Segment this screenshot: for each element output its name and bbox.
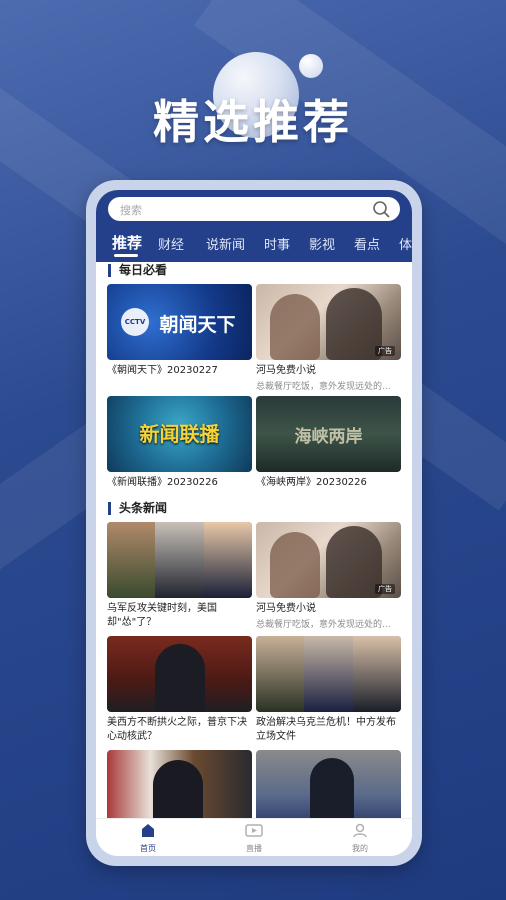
person-right — [326, 526, 382, 598]
news-card[interactable]: 政治解决乌克兰危机！中方发布立场文件 — [256, 636, 401, 746]
section-title-headlines: 头条新闻 — [108, 502, 167, 515]
card-caption: 乌军反攻关键时刻，美国却"怂"了？ — [107, 603, 217, 628]
video-card[interactable]: 海峡两岸 《海峡两岸》20230226 — [256, 396, 401, 494]
card-caption: 《朝闻天下》20230227 — [107, 365, 218, 376]
active-tab-indicator — [114, 254, 138, 257]
news-card[interactable]: 乌军反攻关键时刻，美国却"怂"了？ — [107, 522, 252, 632]
tab-finance[interactable]: 财经 — [158, 234, 184, 253]
thumbnail: 新闻联播 — [107, 396, 252, 472]
thumbnail — [107, 750, 252, 818]
person-left — [270, 532, 320, 598]
hero-small-sphere — [299, 54, 323, 78]
ad-card[interactable]: 广告 河马免费小说 总裁餐厅吃饭，意外发现远处的... — [256, 284, 401, 394]
card-caption: 《新闻联播》20230226 — [107, 477, 218, 488]
video-card[interactable]: CCTV 朝闻天下 《朝闻天下》20230227 — [107, 284, 252, 382]
tabbar-label: 直播 — [246, 844, 262, 853]
news-card[interactable]: 美西方不断拱火之际，普京下决心动核武？ — [107, 636, 252, 746]
tab-talk-news[interactable]: 说新闻 — [206, 234, 245, 253]
thumbnail — [256, 750, 401, 818]
ad-thumbnail: 广告 — [256, 522, 401, 598]
ad-badge: 广告 — [375, 584, 395, 594]
person-left — [270, 294, 320, 360]
ad-badge: 广告 — [375, 346, 395, 356]
photo-panel — [304, 636, 353, 712]
bottom-tab-bar: 首页 直播 我的 — [96, 818, 412, 856]
tab-film[interactable]: 影视 — [309, 234, 335, 253]
profile-icon — [353, 823, 367, 838]
promo-title: 精选推荐 — [153, 95, 353, 149]
person — [153, 760, 203, 818]
thumbnail-title: 新闻联播 — [139, 422, 220, 446]
thumbnail — [256, 636, 401, 712]
tabbar-label: 首页 — [140, 844, 156, 853]
card-subtitle: 总裁餐厅吃饭，意外发现远处的... — [256, 620, 391, 630]
thumbnail — [107, 522, 252, 598]
thumbnail: CCTV 朝闻天下 — [107, 284, 252, 360]
card-caption: 河马免费小说 — [256, 603, 316, 614]
phone-screen: 搜索 推荐 财经 说新闻 时事 影视 看点 体 每日必看 CCTV 朝闻天下 《… — [96, 190, 412, 856]
photo-panel — [353, 636, 401, 712]
card-caption: 河马免费小说 — [256, 365, 316, 376]
news-card[interactable] — [256, 750, 401, 818]
card-subtitle: 总裁餐厅吃饭，意外发现远处的... — [256, 382, 391, 392]
section-title-daily: 每日必看 — [108, 264, 167, 277]
photo-panel — [155, 522, 204, 598]
thumbnail-title: 海峡两岸 — [294, 427, 363, 447]
tab-current-affairs[interactable]: 时事 — [264, 234, 290, 253]
tabbar-label: 我的 — [352, 844, 368, 853]
ad-card[interactable]: 广告 河马免费小说 总裁餐厅吃饭，意外发现远处的... — [256, 522, 401, 632]
news-card[interactable] — [107, 750, 252, 818]
search-placeholder: 搜索 — [120, 204, 142, 217]
card-caption: 政治解决乌克兰危机！中方发布立场文件 — [256, 717, 396, 742]
card-caption: 美西方不断拱火之际，普京下决心动核武？ — [107, 717, 247, 742]
card-caption: 《海峡两岸》20230226 — [256, 477, 367, 488]
thumbnail — [107, 636, 252, 712]
app-header: 搜索 推荐 财经 说新闻 时事 影视 看点 体 — [96, 190, 412, 262]
tab-highlights[interactable]: 看点 — [354, 234, 380, 253]
photo-panel — [256, 636, 304, 712]
photo-panel — [204, 522, 252, 598]
person — [155, 644, 205, 712]
tabbar-home[interactable]: 首页 — [118, 823, 178, 854]
tabbar-live[interactable]: 直播 — [224, 823, 284, 854]
thumbnail-title: 朝闻天下 — [159, 314, 236, 336]
tab-sports[interactable]: 体 — [399, 234, 412, 253]
ad-thumbnail: 广告 — [256, 284, 401, 360]
person — [310, 758, 354, 818]
video-card[interactable]: 新闻联播 《新闻联播》20230226 — [107, 396, 252, 494]
search-icon[interactable] — [372, 200, 390, 218]
phone-frame: 搜索 推荐 财经 说新闻 时事 影视 看点 体 每日必看 CCTV 朝闻天下 《… — [86, 180, 422, 866]
tabbar-mine[interactable]: 我的 — [330, 823, 390, 854]
search-input[interactable]: 搜索 — [108, 197, 400, 221]
tab-recommend[interactable]: 推荐 — [112, 232, 142, 253]
home-icon — [142, 824, 154, 837]
photo-panel — [107, 522, 155, 598]
thumbnail: 海峡两岸 — [256, 396, 401, 472]
category-tabs: 推荐 财经 说新闻 时事 影视 看点 体 — [96, 228, 412, 258]
person-right — [326, 288, 382, 360]
live-tv-icon — [245, 824, 263, 837]
feed: 每日必看 CCTV 朝闻天下 《朝闻天下》20230227 广告 河马免费小说 … — [96, 262, 412, 818]
